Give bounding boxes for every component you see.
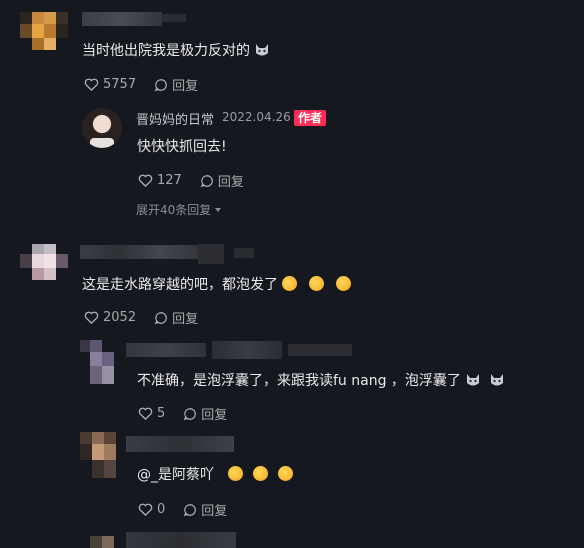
reply-bubble-icon[interactable]	[183, 407, 197, 421]
author-badge: 作者	[294, 110, 327, 126]
reply-avatar[interactable]	[80, 432, 120, 478]
like-count: 5	[157, 406, 166, 421]
caret-down-icon	[215, 207, 222, 212]
reply-button[interactable]: 回复	[201, 404, 227, 423]
author-avatar[interactable]	[82, 108, 122, 148]
heart-icon[interactable]	[138, 502, 153, 517]
like-count: 5757	[103, 77, 137, 92]
like-count: 127	[157, 173, 182, 188]
like-count: 2052	[103, 310, 137, 325]
cat-face-icon	[490, 374, 503, 386]
username-blur-tail	[288, 344, 352, 356]
reply-actions: 0 回复	[138, 500, 227, 519]
reply-bubble-icon[interactable]	[183, 503, 197, 517]
reply-button[interactable]: 回复	[172, 308, 198, 327]
comment-text-body: 这是走水路穿越的吧，都泡发了	[82, 277, 278, 293]
reply-actions: 127 回复	[138, 171, 244, 190]
username-blur-tail	[162, 14, 186, 22]
rolling-laugh-emoji	[282, 276, 297, 291]
heart-icon[interactable]	[84, 77, 99, 92]
reply-text-body: @_是阿蔡吖	[137, 467, 214, 483]
reply-button[interactable]: 回复	[218, 171, 244, 190]
username-blurred[interactable]	[80, 245, 198, 259]
reply-button[interactable]: 回复	[201, 500, 227, 519]
avatar[interactable]	[20, 12, 68, 50]
author-name[interactable]: 晋妈妈的日常	[136, 109, 214, 128]
rolling-laugh-emoji	[228, 466, 243, 481]
username-blurred[interactable]	[82, 12, 162, 26]
cat-face-icon	[466, 374, 479, 386]
comment-text: 这是走水路穿越的吧，都泡发了	[82, 274, 351, 294]
username-blurred[interactable]	[126, 436, 234, 452]
reply-text: @_是阿蔡吖	[137, 464, 293, 484]
reply-text: 快快快抓回去!	[137, 139, 227, 155]
username-blur-tail	[212, 341, 282, 359]
expand-replies-button[interactable]: 展开40条回复	[136, 201, 222, 218]
username-blur-tail	[234, 248, 254, 258]
expand-replies-label: 展开40条回复	[136, 203, 212, 217]
reply-actions: 5 回复	[138, 404, 227, 423]
username-blur-tail	[198, 244, 224, 264]
heart-icon[interactable]	[138, 406, 153, 421]
like-count: 0	[157, 502, 166, 517]
heart-icon[interactable]	[84, 310, 99, 325]
heart-icon[interactable]	[138, 173, 153, 188]
rolling-laugh-emoji	[278, 466, 293, 481]
username-blurred[interactable]	[126, 532, 236, 548]
comment-text-body: 当时他出院我是极力反对的	[82, 43, 250, 59]
reply-bubble-icon[interactable]	[154, 311, 168, 325]
rolling-laugh-emoji	[253, 466, 268, 481]
comment-actions: 2052 回复	[84, 308, 198, 327]
reply-date: 2022.04.26	[222, 110, 291, 124]
comment-text: 当时他出院我是极力反对的	[82, 40, 270, 60]
cat-face-icon	[256, 44, 268, 56]
avatar[interactable]	[20, 244, 68, 280]
reply-avatar[interactable]	[80, 530, 120, 548]
reply-text: 不准确，是泡浮囊了，来跟我读fu nang ，泡浮囊了	[137, 370, 505, 390]
rolling-laugh-emoji	[309, 276, 324, 291]
comment-actions: 5757 回复	[84, 75, 198, 94]
reply-avatar[interactable]	[80, 340, 120, 384]
reply-button[interactable]: 回复	[172, 75, 198, 94]
username-blurred[interactable]	[126, 343, 206, 357]
reply-bubble-icon[interactable]	[154, 78, 168, 92]
reply-bubble-icon[interactable]	[200, 174, 214, 188]
rolling-laugh-emoji	[336, 276, 351, 291]
reply-text-body: 不准确，是泡浮囊了，来跟我读fu nang ，泡浮囊了	[137, 373, 461, 389]
